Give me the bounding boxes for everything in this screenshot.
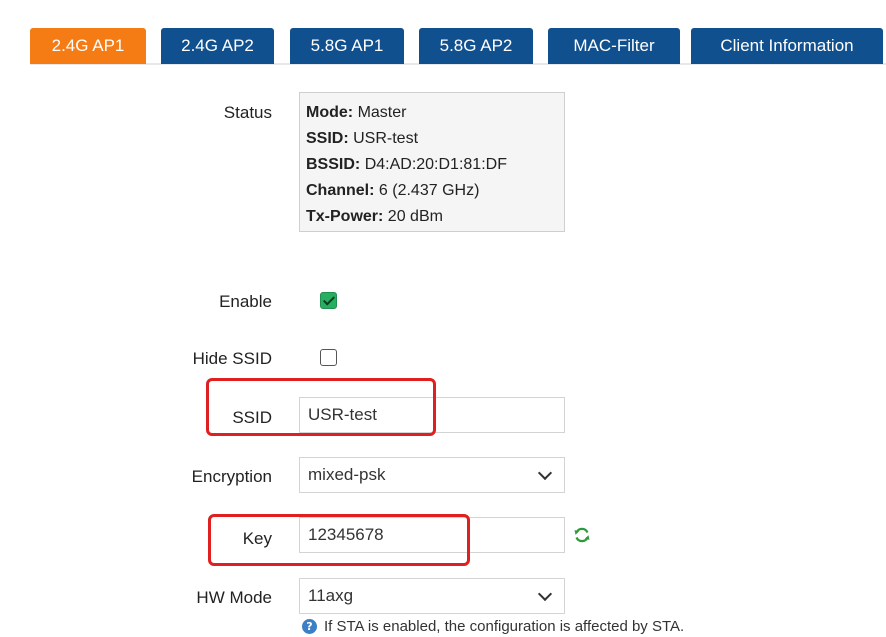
status-panel: Mode: Master SSID: USR-test BSSID: D4:AD… bbox=[299, 92, 565, 232]
hw-mode-select[interactable]: 11axg bbox=[299, 578, 565, 614]
enable-label: Enable bbox=[219, 292, 272, 311]
hide-ssid-label: Hide SSID bbox=[192, 349, 272, 368]
hw-mode-select-value: 11axg bbox=[308, 586, 354, 605]
hide-ssid-checkbox[interactable] bbox=[320, 349, 337, 366]
tab-bar: 2.4G AP1 2.4G AP2 5.8G AP1 5.8G AP2 MAC-… bbox=[30, 28, 886, 65]
tab-5-8g-ap2[interactable]: 5.8G AP2 bbox=[419, 28, 533, 64]
refresh-icon[interactable] bbox=[573, 526, 591, 544]
hw-mode-label: HW Mode bbox=[196, 588, 272, 607]
wifi-ap-settings-page: 2.4G AP1 2.4G AP2 5.8G AP1 5.8G AP2 MAC-… bbox=[0, 0, 886, 637]
chevron-down-icon bbox=[537, 465, 553, 481]
status-mode: Mode: Master bbox=[306, 104, 407, 121]
encryption-label: Encryption bbox=[191, 467, 272, 486]
help-icon: ? bbox=[302, 619, 317, 634]
status-ssid: SSID: USR-test bbox=[306, 130, 419, 147]
tab-5-8g-ap1[interactable]: 5.8G AP1 bbox=[290, 28, 404, 64]
status-txpower: Tx-Power: 20 dBm bbox=[306, 208, 443, 225]
sta-hint-text: If STA is enabled, the configuration is … bbox=[324, 618, 685, 635]
tab-2-4g-ap1[interactable]: 2.4G AP1 bbox=[30, 28, 146, 64]
ssid-highlight-box bbox=[206, 378, 436, 436]
sta-hint: ? If STA is enabled, the configuration i… bbox=[302, 618, 684, 635]
enable-checkbox[interactable] bbox=[320, 292, 337, 309]
tab-mac-filter[interactable]: MAC-Filter bbox=[548, 28, 680, 64]
status-label: Status bbox=[223, 103, 272, 122]
chevron-down-icon bbox=[537, 586, 553, 602]
tab-client-information[interactable]: Client Information bbox=[691, 28, 883, 64]
tab-2-4g-ap2[interactable]: 2.4G AP2 bbox=[161, 28, 274, 64]
encryption-select[interactable]: mixed-psk bbox=[299, 457, 565, 493]
key-highlight-box bbox=[208, 514, 470, 566]
status-channel: Channel: 6 (2.437 GHz) bbox=[306, 182, 480, 199]
status-bssid: BSSID: D4:AD:20:D1:81:DF bbox=[306, 156, 507, 173]
encryption-select-value: mixed-psk bbox=[308, 465, 386, 484]
